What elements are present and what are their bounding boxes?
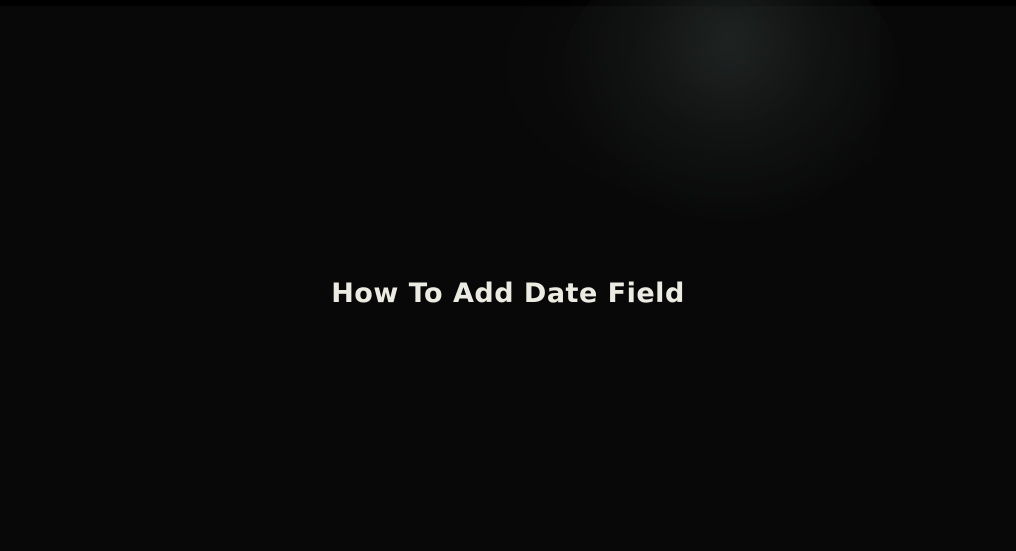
video-frame: How To Add Date Field	[0, 0, 1016, 551]
title-text: How To Add Date Field	[331, 278, 685, 309]
background-texture	[480, 0, 880, 220]
